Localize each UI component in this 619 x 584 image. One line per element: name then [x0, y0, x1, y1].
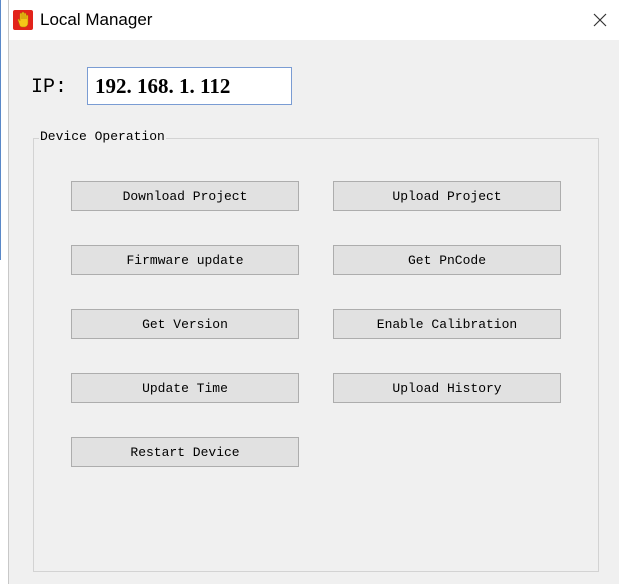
get-version-button[interactable]: Get Version: [71, 309, 299, 339]
background-window-border: [0, 0, 1, 260]
hand-app-icon: [13, 10, 33, 30]
close-button[interactable]: [580, 0, 619, 40]
upload-project-button[interactable]: Upload Project: [333, 181, 561, 211]
update-time-button[interactable]: Update Time: [71, 373, 299, 403]
device-operation-legend: Device Operation: [39, 129, 166, 144]
window-title: Local Manager: [40, 10, 153, 29]
title-bar[interactable]: Local Manager: [9, 0, 619, 40]
ip-label: IP:: [31, 76, 68, 99]
upload-history-button[interactable]: Upload History: [333, 373, 561, 403]
local-manager-window: Local Manager IP: Device Operation Downl…: [8, 0, 619, 584]
enable-calibration-button[interactable]: Enable Calibration: [333, 309, 561, 339]
close-icon: [593, 13, 607, 27]
get-pncode-button[interactable]: Get PnCode: [333, 245, 561, 275]
ip-address-input[interactable]: [87, 67, 292, 105]
download-project-button[interactable]: Download Project: [71, 181, 299, 211]
restart-device-button[interactable]: Restart Device: [71, 437, 299, 467]
firmware-update-button[interactable]: Firmware update: [71, 245, 299, 275]
